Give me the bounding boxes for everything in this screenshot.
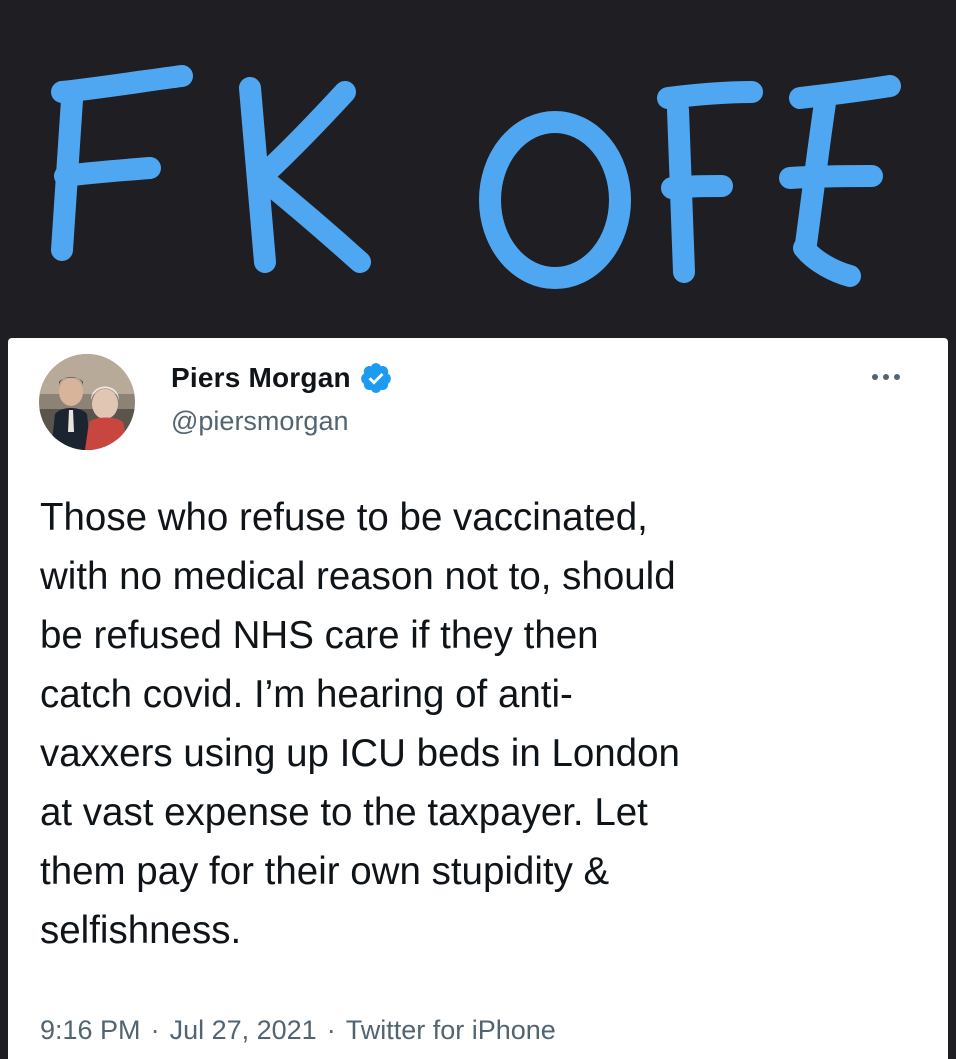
fk-off-scrawl bbox=[51, 65, 901, 289]
verified-badge-icon bbox=[360, 363, 391, 393]
tweet-metadata: 9:16 PM · Jul 27, 2021 · Twitter for iPh… bbox=[40, 1015, 556, 1046]
more-dot bbox=[883, 374, 889, 380]
author-name-row: Piers Morgan bbox=[171, 358, 393, 398]
tweet-date[interactable]: Jul 27, 2021 bbox=[170, 1015, 317, 1046]
tweet-text-line: with no medical reason not to, should bbox=[40, 555, 676, 598]
tweet-text-line: catch covid. I’m hearing of anti- bbox=[40, 673, 573, 716]
more-dot bbox=[894, 374, 900, 380]
tweet-time[interactable]: 9:16 PM bbox=[40, 1015, 141, 1046]
tweet-text-line: them pay for their own stupidity & bbox=[40, 850, 610, 893]
tweet-text-line: vaxxers using up ICU beds in London bbox=[40, 732, 680, 775]
tweet-card: Piers Morgan @piersmorgan Those who refu… bbox=[8, 338, 948, 1059]
more-dot bbox=[872, 374, 878, 380]
tweet-source[interactable]: Twitter for iPhone bbox=[346, 1015, 556, 1046]
screenshot-frame: Piers Morgan @piersmorgan Those who refu… bbox=[0, 0, 956, 1059]
avatar-photo bbox=[39, 354, 135, 450]
tweet-text-line: at vast expense to the taxpayer. Let bbox=[40, 791, 648, 834]
author-handle[interactable]: @piersmorgan bbox=[171, 406, 348, 437]
tweet-text-line: selfishness. bbox=[40, 909, 242, 952]
more-options-icon[interactable] bbox=[864, 366, 908, 388]
meta-separator: · bbox=[326, 1015, 336, 1045]
handwritten-overlay bbox=[0, 0, 956, 338]
tweet-text-line: be refused NHS care if they then bbox=[40, 614, 599, 657]
avatar[interactable] bbox=[39, 354, 135, 450]
tweet-text-line: Those who refuse to be vaccinated, bbox=[40, 496, 648, 539]
tweet-text: Those who refuse to be vaccinated, with … bbox=[40, 488, 920, 960]
author-display-name[interactable]: Piers Morgan bbox=[171, 362, 351, 394]
meta-separator: · bbox=[150, 1015, 160, 1045]
